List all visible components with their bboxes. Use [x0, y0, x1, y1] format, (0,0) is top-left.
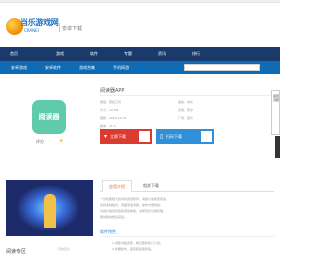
download-label: 立即下载	[110, 134, 126, 139]
meta-row: 系统：安卓	[178, 108, 194, 112]
rating-label: 评分	[36, 139, 44, 144]
download-button[interactable]: ▾ 立即下载	[100, 129, 152, 144]
star-icon: ★	[59, 138, 64, 144]
features-description: 1.海量书籍资源，每日更新热门小说； 2.护眼模式，夜间阅读更舒适。	[112, 240, 274, 252]
nav-item-home[interactable]: 首页	[4, 50, 24, 58]
back-to-top-tab[interactable]: 返回顶部	[271, 90, 280, 135]
app-title: 阅读器APP	[100, 88, 125, 94]
site-logo[interactable]: 当乐游戏网 CRANEI	[6, 16, 59, 38]
tab-introduction[interactable]: 应用介绍	[102, 180, 132, 192]
subnav-item-collections[interactable]: 游戏合集	[74, 63, 100, 72]
subnav-item-android-software[interactable]: 安卓软件	[40, 63, 66, 72]
back-to-top-label: 返回顶部	[273, 94, 280, 102]
nav-item-games[interactable]: 游戏	[50, 50, 70, 58]
nav-item-rank[interactable]: 排行	[186, 50, 206, 58]
section-divider	[100, 236, 274, 237]
nav-item-topics[interactable]: 专题	[118, 50, 138, 58]
nav-item-software[interactable]: 软件	[84, 50, 104, 58]
app-icon: 阅读器	[32, 100, 66, 134]
subnav-item-android-games[interactable]: 安卓游戏	[6, 63, 32, 72]
site-header: 当乐游戏网 CRANEI 安卓下载	[0, 3, 280, 47]
site-tagline: 安卓下载	[62, 26, 83, 32]
android-icon: ▾	[103, 133, 107, 140]
main-nav: 首页 游戏 软件 专题 资讯 排行	[0, 47, 280, 61]
see-more-link[interactable]: 查看更多	[58, 247, 70, 251]
logo-subtext: CRANEI	[24, 28, 39, 33]
promo-banner[interactable]	[6, 180, 93, 236]
nav-item-news[interactable]: 资讯	[152, 50, 172, 58]
app-icon-label: 阅读器	[38, 113, 60, 121]
qr-download-button[interactable]: ▯ 扫码下载	[156, 129, 214, 144]
phone-icon: ▯	[159, 133, 164, 140]
qr-code-icon	[139, 131, 150, 142]
features-heading: 软件特色	[100, 229, 116, 234]
search-input[interactable]	[184, 64, 260, 71]
app-description: 一款功能强大的手机阅读软件，海量小说免费阅读， 支持多种格式，界面简洁清爽，操作…	[100, 196, 274, 220]
meta-row: 语言：中文	[178, 100, 194, 104]
detail-tabs: 应用介绍 相关下载	[100, 180, 274, 192]
qr-download-label: 扫码下载	[166, 134, 182, 139]
qr-code-icon	[201, 131, 212, 142]
subnav-item-online-games[interactable]: 手机网游	[108, 63, 134, 72]
app-meta-right: 语言：中文 系统：安卓 厂商：官方	[178, 98, 250, 122]
title-divider	[100, 95, 272, 96]
banner-title[interactable]: 阅读专区	[6, 248, 26, 255]
meta-row: 更新：2019-12-03	[100, 116, 127, 120]
side-toolbar[interactable]	[275, 136, 280, 158]
description-line: 随时随地想读就读。	[100, 215, 128, 219]
meta-row: 大小：12.5M	[100, 108, 119, 112]
meta-row: 类型：阅读工具	[100, 100, 122, 104]
banner-character-image	[44, 194, 56, 228]
app-meta-left: 类型：阅读工具 大小：12.5M 更新：2019-12-03 版本：v1.0	[100, 98, 172, 130]
header-divider	[59, 23, 60, 32]
tab-related[interactable]: 相关下载	[136, 180, 166, 192]
sub-nav: 安卓游戏 安卓软件 游戏合集 手机网游	[0, 61, 280, 74]
feature-line: 2.护眼模式，夜间阅读更舒适。	[112, 247, 154, 251]
meta-row: 厂商：官方	[178, 116, 194, 120]
logo-text: 当乐游戏网	[20, 18, 59, 27]
